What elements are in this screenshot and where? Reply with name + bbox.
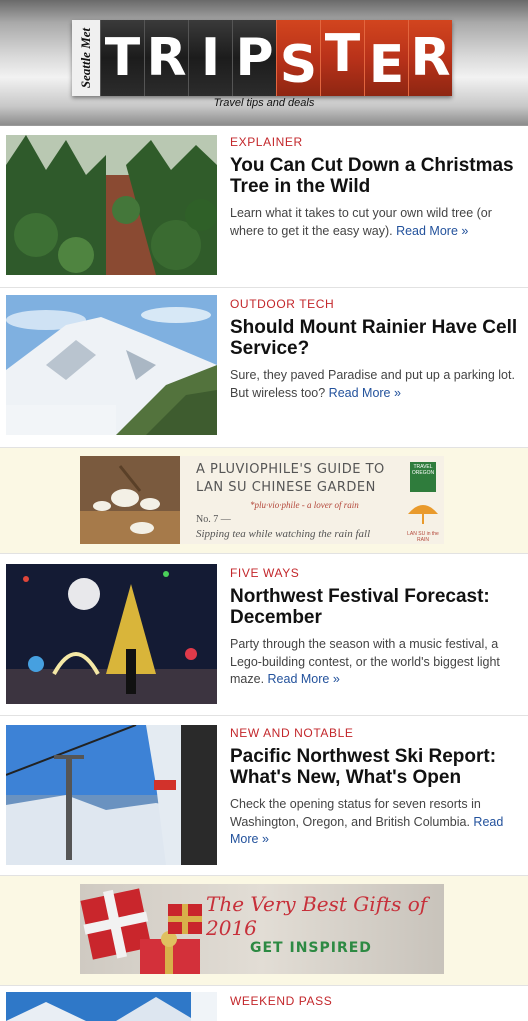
lan-su-garden-ad[interactable]: A PLUVIOPHILE'S GUIDE TO LAN SU CHINESE … bbox=[80, 456, 444, 544]
seattle-met-logo: Seattle Met bbox=[72, 20, 100, 96]
site-header: Seattle Met T R I P S T E R Travel tips … bbox=[0, 0, 528, 126]
logo-letter: E bbox=[364, 20, 408, 96]
story-card: FIVE WAYS Northwest Festival Forecast: D… bbox=[0, 554, 528, 716]
ad1-number: No. 7 — bbox=[196, 514, 231, 525]
get-inspired-button[interactable]: GET INSPIRED bbox=[250, 940, 372, 956]
tripster-logo[interactable]: Seattle Met T R I P S T E R bbox=[72, 20, 452, 96]
story-card: NEW AND NOTABLE Pacific Northwest Ski Re… bbox=[0, 716, 528, 876]
logo-tiles: T R I P S T E R bbox=[100, 20, 452, 96]
story-card: OUTDOOR TECH Should Mount Rainier Have C… bbox=[0, 288, 528, 448]
read-more-link[interactable]: Read More » bbox=[268, 672, 340, 686]
ski-lift-image[interactable] bbox=[6, 725, 217, 865]
story-text: NEW AND NOTABLE Pacific Northwest Ski Re… bbox=[230, 726, 522, 849]
ad1-heading: A PLUVIOPHILE'S GUIDE TO bbox=[196, 462, 385, 477]
umbrella-icon bbox=[408, 505, 438, 524]
story-card: WEEKEND PASS bbox=[0, 986, 528, 1021]
logo-letter: R bbox=[144, 20, 188, 96]
lan-su-badge-text: LAN SU in the RAIN bbox=[407, 531, 439, 543]
story-kicker[interactable]: EXPLAINER bbox=[230, 135, 522, 149]
best-gifts-ad[interactable]: The Very Best Gifts of 2016 GET INSPIRED bbox=[80, 884, 444, 974]
read-more-link[interactable]: Read More » bbox=[396, 224, 468, 238]
ad1-subheading: LAN SU CHINESE GARDEN bbox=[196, 480, 376, 495]
story-text: WEEKEND PASS bbox=[230, 994, 522, 1008]
story-text: FIVE WAYS Northwest Festival Forecast: D… bbox=[230, 566, 522, 689]
logo-letter: S bbox=[276, 20, 320, 96]
travel-oregon-badge: TRAVEL OREGON bbox=[410, 462, 436, 492]
story-dek: Party through the season with a music fe… bbox=[230, 636, 522, 689]
ad1-definition: *plu·vio·phile - a lover of rain bbox=[250, 500, 359, 510]
ad2-title: The Very Best Gifts of 2016 bbox=[206, 892, 428, 940]
mount-rainier-image[interactable] bbox=[6, 295, 217, 435]
brand-name: Seattle Met bbox=[78, 27, 94, 89]
christmas-tree-image[interactable] bbox=[6, 135, 217, 275]
festival-lights-image[interactable] bbox=[6, 564, 217, 704]
story-dek: Check the opening status for seven resor… bbox=[230, 796, 522, 849]
story-headline[interactable]: Should Mount Rainier Have Cell Service? bbox=[230, 317, 522, 359]
ad-band: The Very Best Gifts of 2016 GET INSPIRED bbox=[0, 876, 528, 986]
story-kicker[interactable]: NEW AND NOTABLE bbox=[230, 726, 522, 740]
logo-letter: T bbox=[320, 20, 364, 96]
story-text: EXPLAINER You Can Cut Down a Christmas T… bbox=[230, 135, 522, 240]
weekend-pass-image[interactable] bbox=[6, 992, 217, 1021]
story-headline[interactable]: You Can Cut Down a Christmas Tree in the… bbox=[230, 155, 522, 197]
story-dek-text: Check the opening status for seven resor… bbox=[230, 797, 481, 829]
story-kicker[interactable]: FIVE WAYS bbox=[230, 566, 522, 580]
logo-letter: P bbox=[232, 20, 276, 96]
story-card: EXPLAINER You Can Cut Down a Christmas T… bbox=[0, 126, 528, 288]
story-kicker[interactable]: OUTDOOR TECH bbox=[230, 297, 522, 311]
gift-boxes-image bbox=[80, 888, 202, 974]
story-dek: Learn what it takes to cut your own wild… bbox=[230, 205, 522, 240]
ad1-caption: Sipping tea while watching the rain fall bbox=[196, 528, 371, 540]
logo-letter: I bbox=[188, 20, 232, 96]
story-dek: Sure, they paved Paradise and put up a p… bbox=[230, 367, 522, 402]
tea-set-image bbox=[80, 456, 180, 544]
story-kicker[interactable]: WEEKEND PASS bbox=[230, 994, 522, 1008]
story-headline[interactable]: Northwest Festival Forecast: December bbox=[230, 586, 522, 628]
ad-band: A PLUVIOPHILE'S GUIDE TO LAN SU CHINESE … bbox=[0, 448, 528, 554]
tagline: Travel tips and deals bbox=[213, 97, 315, 109]
story-headline[interactable]: Pacific Northwest Ski Report: What's New… bbox=[230, 746, 522, 788]
story-text: OUTDOOR TECH Should Mount Rainier Have C… bbox=[230, 297, 522, 402]
logo-letter: T bbox=[100, 20, 144, 96]
lan-su-umbrella-logo: LAN SU in the RAIN bbox=[406, 498, 440, 543]
read-more-link[interactable]: Read More » bbox=[329, 386, 401, 400]
logo-letter: R bbox=[408, 20, 452, 96]
